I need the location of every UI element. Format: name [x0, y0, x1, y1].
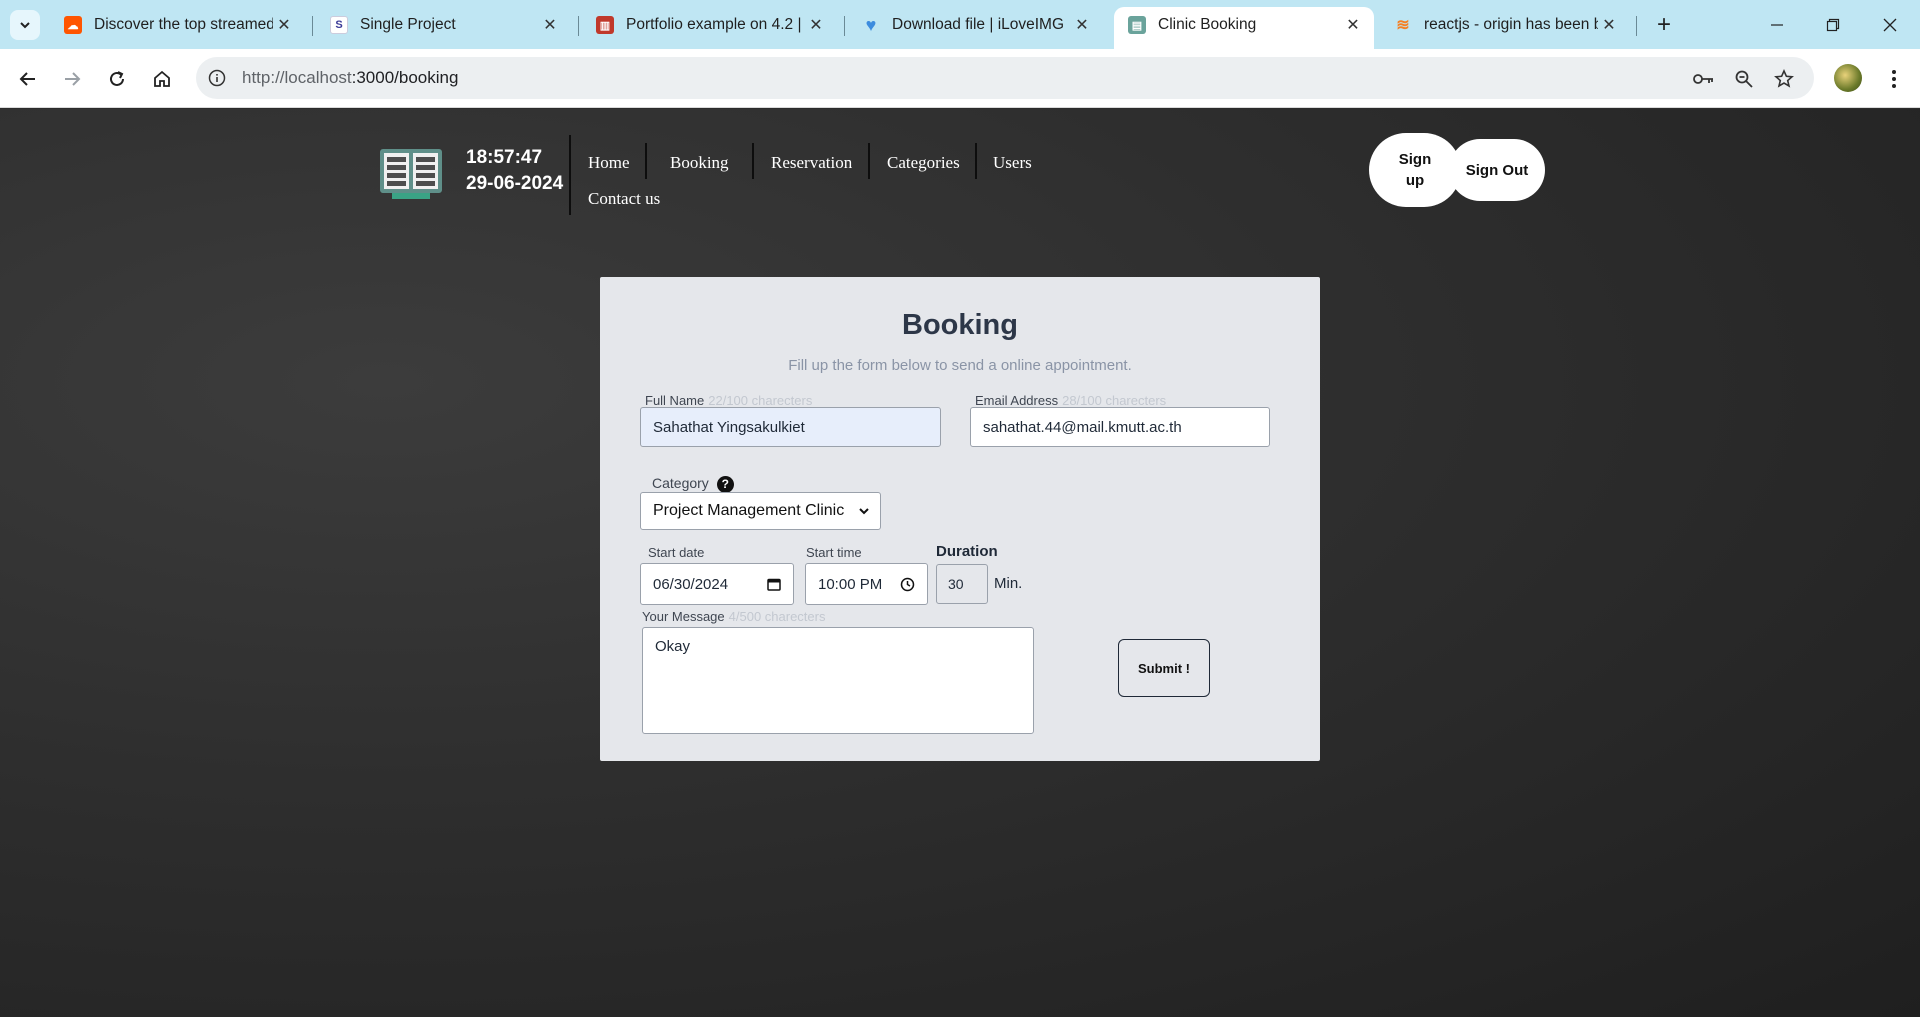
calendar-icon[interactable] [767, 577, 781, 591]
browser-tab-active[interactable]: ▤ Clinic Booking ✕ [1114, 7, 1374, 49]
message-textarea[interactable]: Okay [642, 627, 1034, 734]
email-input[interactable]: sahathat.44@mail.kmutt.ac.th [970, 407, 1270, 447]
browser-toolbar: http://localhost:3000/booking [0, 49, 1920, 108]
restore-icon [1826, 18, 1840, 32]
start-time-label: Start time [806, 545, 862, 560]
close-tab-icon[interactable]: ✕ [1598, 15, 1620, 35]
full-name-count: 22/100 charecters [708, 393, 813, 408]
bookmark-star-icon[interactable] [1772, 67, 1796, 91]
sign-up-button[interactable]: Sign up [1369, 133, 1461, 207]
close-tab-icon[interactable]: ✕ [539, 15, 561, 35]
arrow-left-icon [19, 72, 35, 86]
clock-date: 29-06-2024 [466, 173, 564, 194]
home-button[interactable] [148, 65, 176, 93]
reload-button[interactable] [103, 65, 131, 93]
profile-avatar[interactable] [1834, 64, 1862, 92]
nav-home[interactable]: Home [588, 153, 630, 173]
book-icon: ▤ [1128, 16, 1146, 34]
forward-button[interactable] [58, 65, 86, 93]
password-key-icon[interactable] [1692, 67, 1716, 91]
close-icon [1883, 18, 1897, 32]
url-text[interactable]: http://localhost:3000/booking [242, 68, 458, 88]
chevron-down-icon [859, 508, 869, 515]
start-date-label: Start date [648, 545, 705, 560]
help-icon[interactable]: ? [716, 475, 734, 493]
nav-categories[interactable]: Categories [887, 153, 960, 173]
portfolio-icon: ▥ [596, 16, 614, 34]
start-time-input[interactable]: 10:00 PM [805, 563, 928, 605]
stackoverflow-icon: ≋ [1396, 17, 1410, 34]
clock-time: 18:57:47 [466, 147, 543, 168]
tab-search-button[interactable] [10, 10, 40, 40]
s-logo-icon: S [330, 16, 348, 34]
soundcloud-icon: ☁ [64, 16, 82, 34]
duration-label: Duration [936, 543, 998, 560]
book-logo-icon[interactable] [378, 147, 444, 201]
home-icon [154, 70, 170, 87]
clock-icon[interactable] [900, 577, 915, 592]
back-button[interactable] [14, 65, 42, 93]
arrow-right-icon [65, 72, 81, 86]
minimize-button[interactable] [1757, 10, 1797, 40]
booking-form-card: Booking Fill up the form below to send a… [600, 277, 1320, 761]
address-bar[interactable]: http://localhost:3000/booking [196, 57, 1814, 99]
close-tab-icon[interactable]: ✕ [1342, 15, 1364, 35]
plus-icon: + [1656, 11, 1671, 38]
heart-icon: ♥ [865, 14, 877, 35]
more-vert-icon [1892, 70, 1896, 88]
nav-reservation[interactable]: Reservation [771, 153, 852, 173]
close-window-button[interactable] [1870, 10, 1910, 40]
site-info-icon[interactable] [206, 67, 228, 89]
full-name-input[interactable]: Sahathat Yingsakulkiet [640, 407, 941, 447]
full-name-label: Full Name 22/100 charecters [645, 393, 813, 408]
close-tab-icon[interactable]: ✕ [805, 15, 827, 35]
browser-tab[interactable]: ▥ Portfolio example on 4.2 | T ✕ [582, 7, 837, 43]
message-count: 4/500 charecters [728, 609, 826, 624]
duration-input[interactable]: 30 [936, 564, 988, 604]
browser-tab[interactable]: S Single Project ✕ [316, 7, 571, 43]
browser-tab[interactable]: ♥ Download file | iLoveIMG ✕ [848, 7, 1103, 43]
nav-booking[interactable]: Booking [670, 153, 729, 173]
submit-button[interactable]: Submit ! [1118, 639, 1210, 697]
email-label: Email Address 28/100 charecters [975, 393, 1167, 408]
form-subtitle: Fill up the form below to send a online … [788, 357, 1132, 374]
nav-users[interactable]: Users [993, 153, 1032, 173]
close-tab-icon[interactable]: ✕ [1071, 15, 1093, 35]
nav-contact-us[interactable]: Contact us [588, 189, 660, 209]
category-select[interactable]: Project Management Clinic [640, 492, 881, 530]
clock: 18:57:47 29-06-2024 [466, 145, 563, 197]
browser-tab[interactable]: ☁ Discover the top streamed ✕ [50, 7, 305, 43]
page-body: 18:57:47 29-06-2024 Home Booking Reserva… [0, 109, 1920, 1017]
zoom-icon[interactable] [1732, 67, 1756, 91]
message-label: Your Message 4/500 charecters [642, 609, 826, 624]
new-tab-button[interactable]: + [1650, 11, 1678, 39]
minimize-icon [1771, 24, 1783, 26]
browser-menu-button[interactable] [1882, 65, 1906, 93]
chevron-down-icon [20, 22, 30, 29]
browser-tab[interactable]: ≋ reactjs - origin has been bl ✕ [1380, 7, 1630, 43]
close-tab-icon[interactable]: ✕ [273, 15, 295, 35]
reload-icon [110, 71, 124, 86]
form-title: Booking [902, 309, 1018, 341]
browser-tab-bar: ☁ Discover the top streamed ✕ S Single P… [0, 0, 1920, 49]
sign-out-button[interactable]: Sign Out [1449, 139, 1545, 201]
nav-divider [569, 135, 571, 215]
start-date-input[interactable]: 06/30/2024 [640, 563, 794, 605]
email-count: 28/100 charecters [1062, 393, 1167, 408]
category-label: Category? [652, 475, 734, 493]
restore-button[interactable] [1813, 10, 1853, 40]
duration-unit: Min. [994, 575, 1023, 592]
